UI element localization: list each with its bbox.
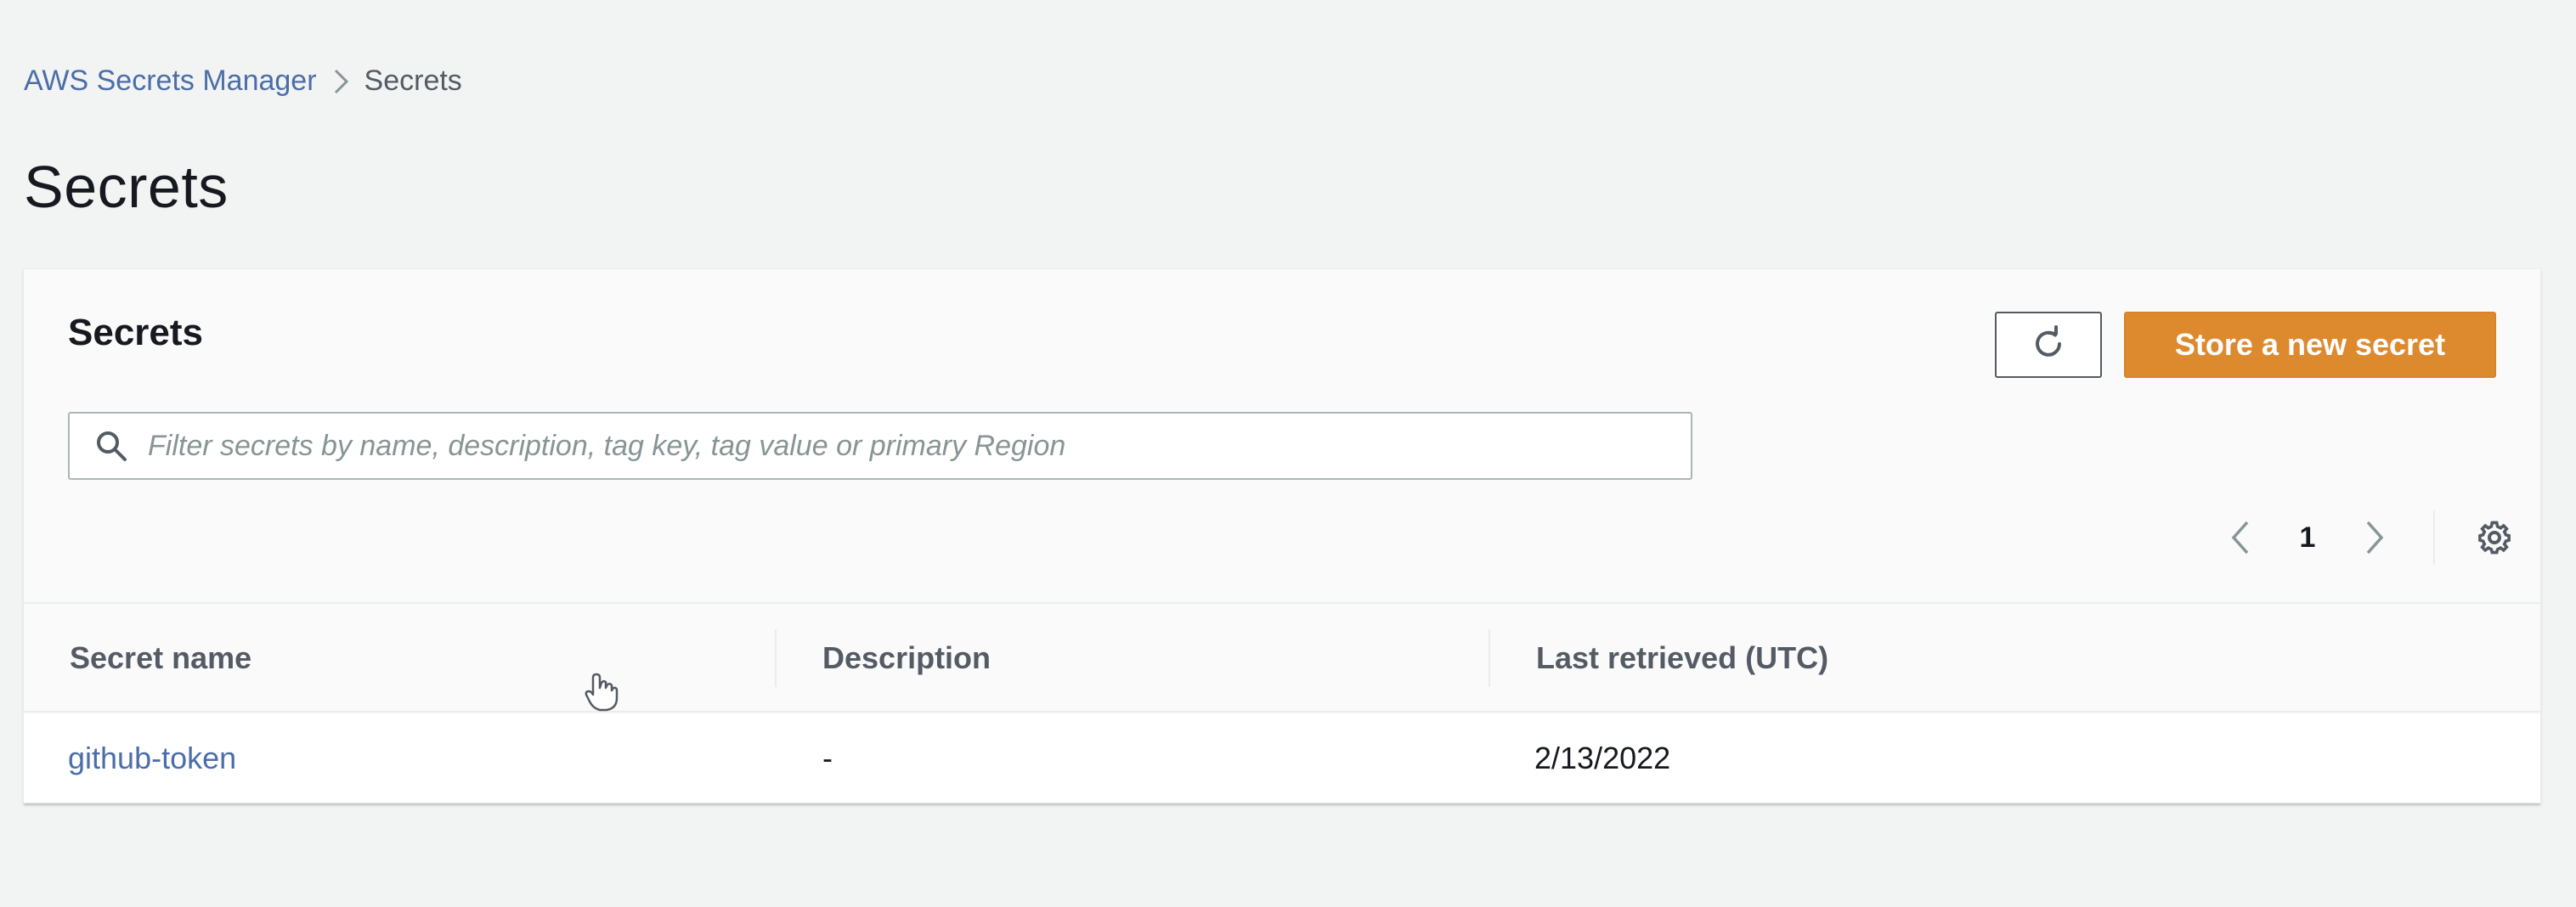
refresh-button[interactable]: [1995, 312, 2102, 378]
secret-name-link[interactable]: github-token: [68, 714, 236, 803]
column-header-secret-name[interactable]: Secret name: [70, 604, 251, 713]
gear-icon[interactable]: [2469, 512, 2520, 563]
column-divider[interactable]: [1489, 629, 1490, 687]
panel-header: Secrets Store a new secret Filter secret…: [24, 269, 2540, 604]
store-new-secret-button[interactable]: Store a new secret: [2124, 312, 2496, 378]
hand-cursor-icon: [581, 671, 624, 713]
column-header-last-retrieved[interactable]: Last retrieved (UTC): [1536, 604, 1828, 713]
table-row: github-token - 2/13/2022: [24, 714, 2540, 803]
secret-description: -: [822, 741, 833, 775]
breadcrumb-current: Secrets: [364, 64, 462, 97]
page-title: Secrets: [24, 154, 229, 220]
pagination: 1: [2216, 510, 2520, 565]
table-header: Secret name Description Last retrieved (…: [24, 604, 2540, 713]
search-field[interactable]: [68, 412, 1692, 480]
panel-title: Secrets: [68, 312, 204, 353]
refresh-icon: [2029, 324, 2068, 366]
column-header-description[interactable]: Description: [822, 604, 991, 713]
search-input[interactable]: [148, 414, 1691, 478]
chevron-right-icon[interactable]: [2348, 512, 2399, 563]
breadcrumb: AWS Secrets Manager Secrets: [24, 59, 462, 102]
chevron-left-icon[interactable]: [2216, 512, 2267, 563]
secret-last-retrieved: 2/13/2022: [1534, 741, 1671, 775]
pagination-divider: [2433, 510, 2435, 565]
secrets-panel: Secrets Store a new secret Filter secret…: [23, 268, 2541, 803]
page-number[interactable]: 1: [2267, 521, 2348, 555]
chevron-right-icon: [317, 59, 364, 102]
breadcrumb-link-secrets-manager[interactable]: AWS Secrets Manager: [24, 65, 317, 98]
search-icon: [92, 426, 131, 465]
column-divider[interactable]: [775, 629, 777, 687]
